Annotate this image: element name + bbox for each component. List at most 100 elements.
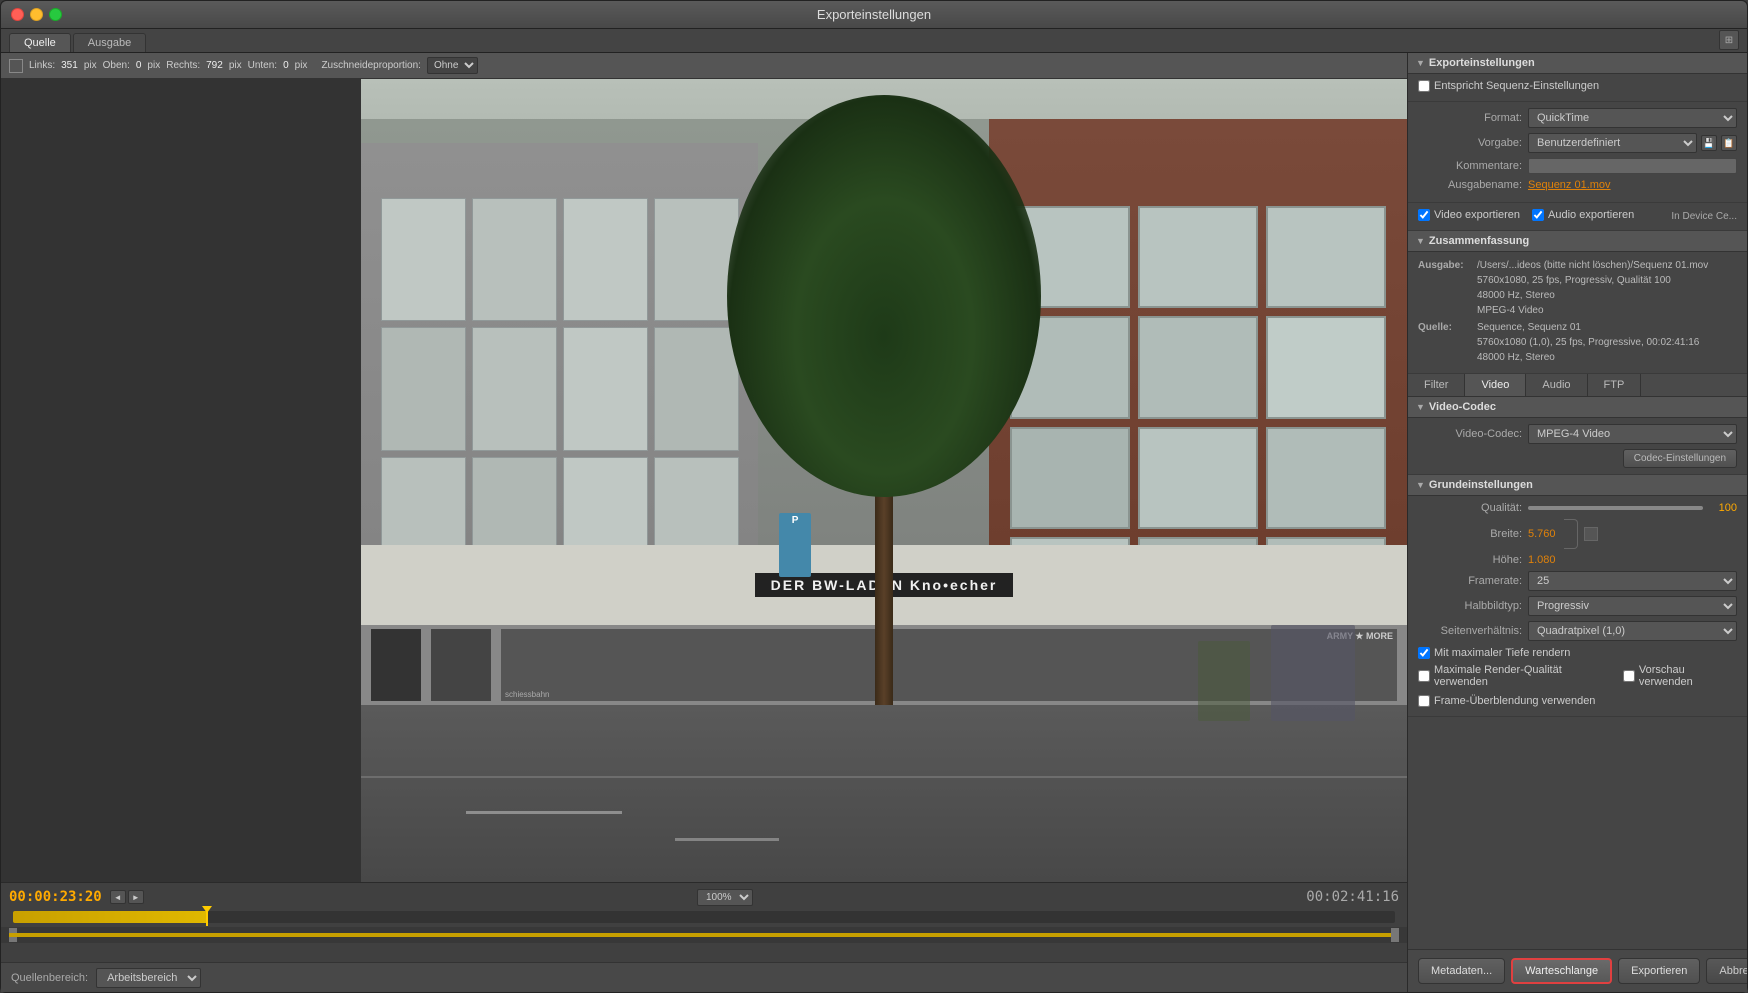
format-block: Format: QuickTime Vorgabe: Benutzerdefin… (1408, 102, 1747, 203)
vorgabe-save-button[interactable]: 💾 (1701, 135, 1717, 151)
collapse-triangle-grund: ▼ (1416, 480, 1425, 490)
seitenverhaeltnis-content: Quadratpixel (1,0) (1528, 621, 1737, 641)
audio-export-label: Audio exportieren (1548, 209, 1634, 221)
codec-label: Video-Codec: (1418, 428, 1528, 440)
max-tiefe-checkbox[interactable] (1418, 647, 1430, 659)
sequence-settings-block: Entspricht Sequenz-Einstellungen (1408, 74, 1747, 102)
summary-block: Ausgabe: /Users/...ideos (bitte nicht lö… (1408, 252, 1747, 374)
timeline-end-handle[interactable] (1391, 928, 1399, 942)
video-codec-title: Video-Codec (1429, 401, 1496, 413)
maximize-button[interactable] (49, 8, 62, 21)
tab-video[interactable]: Video (1465, 374, 1526, 396)
frame-blend-checkbox[interactable] (1418, 695, 1430, 707)
video-frame: DER BW-LADEN Kno•echer schiessbahn ARMY … (361, 79, 1407, 882)
unten-label: Unten: (248, 60, 277, 71)
link-dimension-icon (1564, 519, 1578, 549)
tab-bar: Quelle Ausgabe ⊞ (1, 29, 1747, 53)
codec-select[interactable]: MPEG-4 Video (1528, 424, 1737, 444)
kommentare-input[interactable] (1528, 158, 1737, 174)
pix3: pix (229, 60, 242, 71)
lock-dimension-checkbox[interactable] (1584, 527, 1598, 541)
right-panel-scroll[interactable]: ▼ Exporteinstellungen Entspricht Sequenz… (1408, 53, 1747, 949)
titlebar: Exporteinstellungen (1, 1, 1747, 29)
tab-ftp[interactable]: FTP (1588, 374, 1642, 396)
exportieren-button[interactable]: Exportieren (1618, 958, 1700, 984)
ausgabe-val: /Users/...ideos (bitte nicht löschen)/Se… (1477, 258, 1708, 318)
format-label: Format: (1418, 112, 1528, 124)
seitenverhaeltnis-row: Seitenverhältnis: Quadratpixel (1,0) (1418, 621, 1737, 641)
metadaten-button[interactable]: Metadaten... (1418, 958, 1505, 984)
quellenbereich-select[interactable]: Arbeitsbereich (96, 968, 201, 988)
breite-label: Breite: (1418, 528, 1528, 540)
zusammenfassung-title: Zusammenfassung (1429, 235, 1529, 247)
right-panel: ▼ Exporteinstellungen Entspricht Sequenz… (1407, 53, 1747, 992)
tab-audio[interactable]: Audio (1526, 374, 1587, 396)
pix2: pix (147, 60, 160, 71)
seitenverhaeltnis-select[interactable]: Quadratpixel (1,0) (1528, 621, 1737, 641)
hoehe-content: 1.080 (1528, 554, 1737, 566)
tab-ausgabe[interactable]: Ausgabe (73, 33, 146, 52)
audio-export-checkbox[interactable] (1532, 209, 1544, 221)
halbbild-content: Progressiv (1528, 596, 1737, 616)
framerate-row: Framerate: 25 (1418, 571, 1737, 591)
framerate-select[interactable]: 25 (1528, 571, 1737, 591)
tab-filter[interactable]: Filter (1408, 374, 1465, 396)
format-content: QuickTime (1528, 108, 1737, 128)
codec-settings-button[interactable]: Codec-Einstellungen (1623, 449, 1737, 468)
codec-row: Video-Codec: MPEG-4 Video (1418, 424, 1737, 444)
bottom-bar: Quellenbereich: Arbeitsbereich (1, 962, 1407, 992)
max-render-checkbox[interactable] (1418, 670, 1430, 682)
next-frame-button[interactable]: ► (128, 890, 144, 904)
breite-value: 5.760 (1528, 528, 1556, 540)
zoom-select[interactable]: 100% (697, 889, 753, 906)
close-button[interactable] (11, 8, 24, 21)
vorschau-row: Vorschau verwenden (1623, 664, 1737, 688)
qualitaet-content: 100 (1528, 502, 1737, 514)
panel-expand-button[interactable]: ⊞ (1719, 30, 1739, 50)
ausgabename-link[interactable]: Sequenz 01.mov (1528, 179, 1611, 191)
ausgabe-key: Ausgabe: (1418, 258, 1473, 318)
window-title: Exporteinstellungen (817, 7, 931, 22)
bottom-timeline-bar[interactable] (1, 927, 1407, 943)
ausgabe-row: Ausgabe: /Users/...ideos (bitte nicht lö… (1418, 258, 1737, 318)
kommentare-content (1528, 158, 1737, 174)
oben-value: 0 (136, 60, 142, 71)
tab-quelle[interactable]: Quelle (9, 33, 71, 52)
main-content: Links: 351 pix Oben: 0 pix Rechts: 792 p… (1, 53, 1747, 992)
minimize-button[interactable] (30, 8, 43, 21)
zusammenfassung-header[interactable]: ▼ Zusammenfassung (1408, 231, 1747, 252)
format-select[interactable]: QuickTime (1528, 108, 1737, 128)
current-timecode: 00:00:23:20 (9, 889, 102, 905)
zuschneide-select[interactable]: Ohne (427, 57, 478, 74)
timeline-bar[interactable] (13, 911, 1395, 923)
grundeinstellungen-block: Qualität: 100 Breite: 5.760 (1408, 496, 1747, 717)
export-checkboxes-block: Video exportieren Audio exportieren In D… (1408, 203, 1747, 231)
nav-arrows: ◄ ► (110, 890, 144, 904)
codec-content: MPEG-4 Video (1528, 424, 1737, 444)
links-label: Links: (29, 60, 55, 71)
collapse-triangle-export: ▼ (1416, 58, 1425, 68)
entspricht-checkbox[interactable] (1418, 80, 1430, 92)
qualitaet-label: Qualität: (1418, 502, 1528, 514)
video-codec-header[interactable]: ▼ Video-Codec (1408, 397, 1747, 418)
rechts-label: Rechts: (166, 60, 200, 71)
prev-frame-button[interactable]: ◄ (110, 890, 126, 904)
qualitaet-slider-track[interactable] (1528, 506, 1703, 510)
video-export-checkbox[interactable] (1418, 209, 1430, 221)
halbbild-select[interactable]: Progressiv (1528, 596, 1737, 616)
device-ce-label: In Device Ce... (1671, 211, 1737, 222)
abbrechen-button[interactable]: Abbrechen (1706, 958, 1747, 984)
vorgabe-select[interactable]: Benutzerdefiniert (1528, 133, 1697, 153)
grundeinstellungen-header[interactable]: ▼ Grundeinstellungen (1408, 475, 1747, 496)
entspricht-label: Entspricht Sequenz-Einstellungen (1434, 80, 1599, 92)
warteschlange-button[interactable]: Warteschlange (1511, 958, 1612, 984)
collapse-triangle-summary: ▼ (1416, 236, 1425, 246)
qualitaet-slider-fill (1528, 506, 1703, 510)
vorschau-checkbox[interactable] (1623, 670, 1635, 682)
vorgabe-new-button[interactable]: 📋 (1721, 135, 1737, 151)
crop-icon (9, 59, 23, 73)
entspricht-row: Entspricht Sequenz-Einstellungen (1418, 80, 1737, 92)
framerate-content: 25 (1528, 571, 1737, 591)
tree-canopy (727, 95, 1041, 497)
export-settings-header[interactable]: ▼ Exporteinstellungen (1408, 53, 1747, 74)
